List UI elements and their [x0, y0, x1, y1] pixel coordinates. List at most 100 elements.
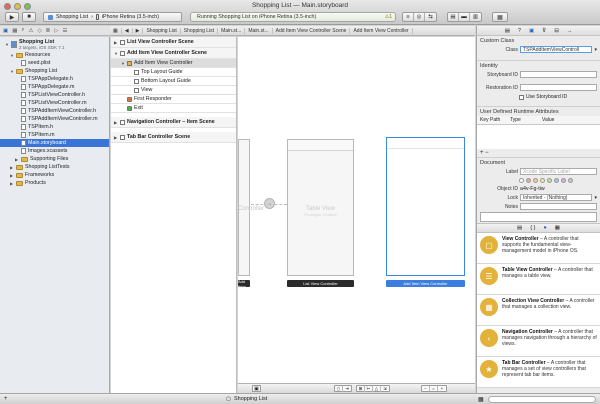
lock-select[interactable]: Inherited - (Nothing): [520, 194, 593, 201]
file-inspector-icon[interactable]: ▤: [505, 28, 510, 34]
jumpbar-crumb-file[interactable]: Main.st...: [218, 27, 246, 34]
toggle-outline-button[interactable]: ▣: [252, 385, 261, 392]
zoom-out-icon[interactable]: −: [422, 386, 430, 391]
outline-item[interactable]: Top Layout Guide: [111, 68, 236, 77]
align-icon[interactable]: ⊞: [357, 385, 365, 392]
label-color-swatch[interactable]: [519, 178, 524, 183]
jumpbar-crumb-file-base[interactable]: Main.st...: [245, 27, 273, 34]
list-scene-label[interactable]: List View Controller: [287, 280, 354, 287]
run-button[interactable]: ▶: [5, 12, 19, 22]
add-item-scene[interactable]: [386, 137, 465, 276]
library-item[interactable]: ☰ Table View Controller – A controller th…: [477, 264, 600, 295]
outline-scene[interactable]: ▶ Navigation Controller – Item Scene: [111, 117, 236, 128]
outline-item[interactable]: ▼ Add Item View Controller: [111, 59, 236, 68]
project-navigator-icon[interactable]: ▣: [3, 28, 8, 34]
navigator-item[interactable]: seed.plist: [0, 59, 109, 67]
navigator-item[interactable]: ▶ Products: [0, 179, 109, 187]
outline-item[interactable]: View: [111, 86, 236, 95]
add-file-icon[interactable]: +: [4, 396, 8, 402]
zoom-fit-icon[interactable]: =: [430, 386, 438, 391]
disclosure-triangle-icon[interactable]: ▼: [10, 53, 14, 58]
navigator-item[interactable]: ▶ Supporting Files: [0, 155, 109, 163]
debug-navigator-icon[interactable]: ≣: [46, 28, 51, 34]
disclosure-triangle-icon[interactable]: ▶: [114, 135, 118, 140]
zoom-in-icon[interactable]: +: [438, 386, 446, 391]
media-library-icon[interactable]: ▦: [555, 225, 560, 231]
disclosure-triangle-icon[interactable]: ▼: [114, 51, 118, 56]
disclosure-triangle-icon[interactable]: ▶: [15, 157, 19, 162]
restoration-id-field[interactable]: [520, 84, 597, 91]
add-remove-attribute[interactable]: + −: [477, 149, 600, 157]
issue-navigator-icon[interactable]: ⚠: [29, 28, 34, 34]
disclosure-triangle-icon[interactable]: ▼: [10, 69, 14, 74]
chevron-down-icon[interactable]: ▾: [594, 47, 597, 53]
layout-control[interactable]: ⊞ ⊢ △ ⇲: [356, 385, 390, 392]
bottom-target-label[interactable]: Shopping List: [234, 396, 267, 402]
navigator-item[interactable]: ▶ Frameworks: [0, 171, 109, 179]
library-filter-field[interactable]: [488, 396, 596, 403]
library-item[interactable]: ‹ Navigation Controller – A controller th…: [477, 326, 600, 357]
embed-icon[interactable]: ⇥: [343, 386, 351, 392]
outline-scene[interactable]: ▶ Tab Bar Controller Scene: [111, 132, 236, 143]
navigator-item[interactable]: TSPListViewController.h: [0, 91, 109, 99]
code-snippet-icon[interactable]: { }: [530, 225, 535, 231]
label-color-swatch[interactable]: [547, 178, 552, 183]
list-view-scene[interactable]: Table View Prototype Content: [287, 139, 354, 276]
library-item[interactable]: ★ Tab Bar Controller – A controller that …: [477, 357, 600, 388]
disclosure-triangle-icon[interactable]: ▶: [10, 181, 14, 186]
outline-scene[interactable]: ▶ List View Controller Scene: [111, 37, 236, 48]
forward-icon[interactable]: ▶: [133, 27, 144, 34]
label-color-swatch[interactable]: [533, 178, 538, 183]
library-item[interactable]: ▢ View Controller – A controller that sup…: [477, 233, 600, 264]
library-grid-icon[interactable]: ▦: [478, 396, 484, 403]
organizer-button[interactable]: ▦: [492, 12, 508, 22]
navigator-item[interactable]: ▶ Shopping ListTests: [0, 163, 109, 171]
toggle-debug-icon[interactable]: ▬: [459, 13, 470, 21]
partial-scene-label[interactable]: Add Item: [238, 279, 250, 289]
identity-inspector-icon[interactable]: ▣: [529, 28, 534, 34]
version-editor-icon[interactable]: ⇆: [425, 13, 436, 21]
col-type[interactable]: Type: [510, 117, 542, 123]
file-template-icon[interactable]: ▤: [517, 225, 522, 231]
toggle-navigator-icon[interactable]: ▤: [448, 13, 459, 21]
jumpbar-crumb-controller[interactable]: Add Item View Controller: [350, 27, 413, 34]
jumpbar-crumb-project[interactable]: Shopping List: [143, 27, 181, 34]
quick-help-icon[interactable]: ?: [518, 28, 521, 34]
jumpbar-crumb-scene[interactable]: Add Item View Controller Scene: [273, 27, 351, 34]
segue-icon[interactable]: →: [264, 198, 275, 209]
log-navigator-icon[interactable]: ☰: [63, 28, 68, 34]
navigator-item[interactable]: TSPAddItemViewController.m: [0, 115, 109, 123]
connections-inspector-icon[interactable]: →: [567, 28, 573, 34]
size-class-control[interactable]: ▯ ⇥: [334, 385, 352, 392]
breakpoint-navigator-icon[interactable]: ▷: [54, 28, 58, 34]
add-scene-label[interactable]: Add Item View Controller: [386, 280, 465, 287]
back-icon[interactable]: ◀: [122, 27, 133, 34]
label-color-swatch[interactable]: [526, 178, 531, 183]
outline-item[interactable]: First Responder: [111, 95, 236, 104]
disclosure-triangle-icon[interactable]: ▶: [10, 165, 14, 170]
toggle-utilities-icon[interactable]: ▥: [470, 13, 481, 21]
outline-item[interactable]: Exit: [111, 104, 236, 113]
assistant-editor-icon[interactable]: ◎: [414, 13, 425, 21]
object-library-icon[interactable]: ●: [543, 225, 546, 231]
navigator-item[interactable]: Images.xcassets: [0, 147, 109, 155]
zoom-control[interactable]: − = +: [421, 385, 447, 392]
library-item[interactable]: ▦ Collection View Controller – A controll…: [477, 295, 600, 326]
navigator-item[interactable]: TSPAddItemViewController.h: [0, 107, 109, 115]
notes-toolbar[interactable]: [520, 203, 597, 210]
storyboard-canvas[interactable]: Controller Add Item → Table View Prototy…: [238, 37, 475, 383]
runtime-attributes-table[interactable]: [477, 125, 600, 149]
navigator-item[interactable]: TSPListViewController.m: [0, 99, 109, 107]
test-navigator-icon[interactable]: ◇: [37, 28, 41, 34]
notes-field[interactable]: [480, 212, 597, 222]
partial-scene[interactable]: Controller: [238, 139, 264, 276]
disclosure-triangle-icon[interactable]: ▼: [5, 42, 9, 47]
label-color-swatch[interactable]: [554, 178, 559, 183]
storyboard-id-field[interactable]: [520, 71, 597, 78]
scheme-selector[interactable]: Shopping List › iPhone Retina (3.5-inch): [43, 12, 182, 22]
disclosure-triangle-icon[interactable]: ▼: [121, 61, 125, 66]
navigator-item[interactable]: Main.storyboard: [0, 139, 109, 147]
class-field[interactable]: TSPAddItemViewControll: [520, 46, 593, 53]
view-toggle-control[interactable]: ▤ ▬ ▥: [447, 12, 482, 22]
navigator-item[interactable]: ▼ Shopping List 2 targets, iOS SDK 7.1: [0, 37, 109, 51]
